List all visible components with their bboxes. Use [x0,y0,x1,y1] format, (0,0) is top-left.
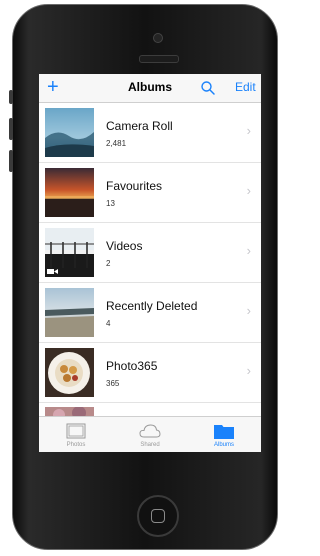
mute-switch [9,90,13,104]
album-title: Camera Roll [106,119,173,133]
edit-button[interactable]: Edit [235,80,256,94]
volume-up-button [9,118,13,140]
album-row-recently-deleted[interactable]: Recently Deleted 4 › [39,283,261,343]
chevron-right-icon: › [246,123,251,138]
album-title: Recently Deleted [106,299,198,313]
tab-albums[interactable]: Albums [187,417,261,452]
screen: + Albums Edit Camera Roll 2,481 › Favour… [39,74,261,452]
chevron-right-icon: › [246,243,251,258]
album-count: 13 [106,199,115,208]
tab-photos[interactable]: Photos [39,417,113,452]
tab-label: Photos [66,442,86,448]
sky-photo-thumbnail [45,108,94,157]
album-count: 2,481 [106,139,127,148]
page-title: Albums [127,80,172,94]
album-row-videos[interactable]: Videos 2 › [39,223,261,283]
tab-label: Shared [140,442,160,448]
video-photo-thumbnail [45,228,94,277]
tab-label: Albums [213,442,234,448]
album-row-favourites[interactable]: Favourites 13 › [39,163,261,223]
album-row-photo365[interactable]: Photo365 365 › [39,343,261,403]
album-row-camera-roll[interactable]: Camera Roll 2,481 › [39,103,261,163]
album-count: 4 [106,319,111,328]
album-title: Favourites [106,179,163,193]
tab-shared[interactable]: Shared [113,417,187,452]
chevron-right-icon: › [246,363,251,378]
chevron-right-icon: › [246,303,251,318]
album-count: 2 [106,259,111,268]
home-square-icon [151,509,165,523]
home-button[interactable] [137,495,179,537]
earpiece-speaker [139,55,179,63]
album-list: Camera Roll 2,481 › Favourites 13 › Vide… [39,103,261,418]
album-title: Videos [106,239,143,253]
tab-bar: Photos Shared Albums [39,416,261,452]
beach-photo-thumbnail [45,288,94,337]
albums-folder-icon [214,425,234,439]
sunset-photo-thumbnail [45,168,94,217]
navigation-bar: + Albums Edit [39,74,261,103]
album-title: Photo365 [106,359,158,373]
volume-down-button [9,150,13,172]
front-camera [153,33,163,43]
search-icon[interactable] [200,80,216,96]
food-plate-photo-thumbnail [45,348,94,397]
album-count: 365 [106,379,120,388]
cloud-icon [139,424,161,438]
chevron-right-icon: › [246,183,251,198]
photos-icon [66,423,86,439]
